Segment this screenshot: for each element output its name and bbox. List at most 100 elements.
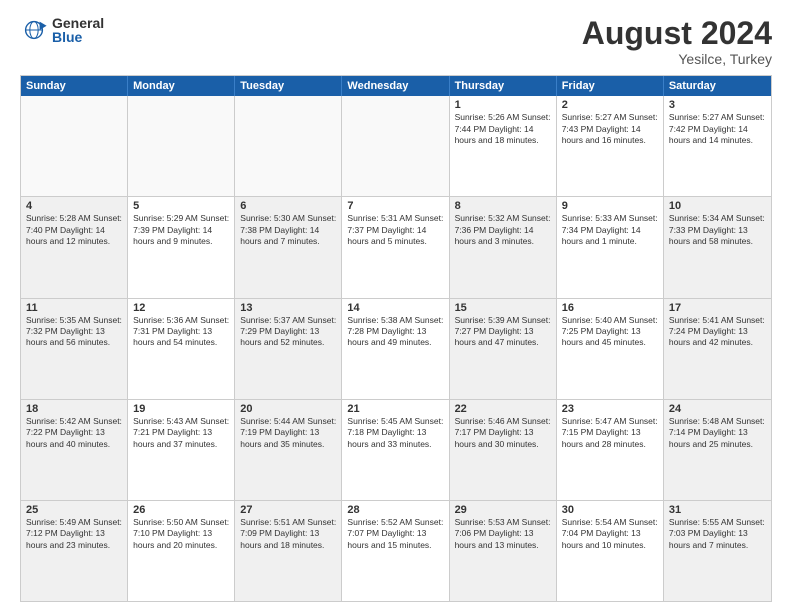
day-number-25: 25 — [26, 504, 122, 516]
cell-info-20: Sunrise: 5:44 AM Sunset: 7:19 PM Dayligh… — [240, 416, 336, 450]
title-block: August 2024 Yesilce, Turkey — [582, 16, 772, 67]
day-number-23: 23 — [562, 403, 658, 415]
calendar-row-1: 4Sunrise: 5:28 AM Sunset: 7:40 PM Daylig… — [21, 196, 771, 297]
cell-info-26: Sunrise: 5:50 AM Sunset: 7:10 PM Dayligh… — [133, 517, 229, 551]
header-day-thursday: Thursday — [450, 76, 557, 96]
calendar-row-4: 25Sunrise: 5:49 AM Sunset: 7:12 PM Dayli… — [21, 500, 771, 601]
logo-icon — [20, 16, 48, 44]
header: General Blue August 2024 Yesilce, Turkey — [20, 16, 772, 67]
cell-info-28: Sunrise: 5:52 AM Sunset: 7:07 PM Dayligh… — [347, 517, 443, 551]
calendar-cell-1: 1Sunrise: 5:26 AM Sunset: 7:44 PM Daylig… — [450, 96, 557, 196]
calendar-cell-empty — [342, 96, 449, 196]
cell-info-1: Sunrise: 5:26 AM Sunset: 7:44 PM Dayligh… — [455, 112, 551, 146]
calendar-cell-empty — [235, 96, 342, 196]
cell-info-18: Sunrise: 5:42 AM Sunset: 7:22 PM Dayligh… — [26, 416, 122, 450]
day-number-15: 15 — [455, 302, 551, 314]
calendar-cell-5: 5Sunrise: 5:29 AM Sunset: 7:39 PM Daylig… — [128, 197, 235, 297]
day-number-22: 22 — [455, 403, 551, 415]
day-number-8: 8 — [455, 200, 551, 212]
calendar-cell-16: 16Sunrise: 5:40 AM Sunset: 7:25 PM Dayli… — [557, 299, 664, 399]
day-number-14: 14 — [347, 302, 443, 314]
day-number-31: 31 — [669, 504, 766, 516]
header-day-sunday: Sunday — [21, 76, 128, 96]
cell-info-31: Sunrise: 5:55 AM Sunset: 7:03 PM Dayligh… — [669, 517, 766, 551]
cell-info-23: Sunrise: 5:47 AM Sunset: 7:15 PM Dayligh… — [562, 416, 658, 450]
cell-info-9: Sunrise: 5:33 AM Sunset: 7:34 PM Dayligh… — [562, 213, 658, 247]
day-number-12: 12 — [133, 302, 229, 314]
calendar-cell-22: 22Sunrise: 5:46 AM Sunset: 7:17 PM Dayli… — [450, 400, 557, 500]
cell-info-25: Sunrise: 5:49 AM Sunset: 7:12 PM Dayligh… — [26, 517, 122, 551]
location: Yesilce, Turkey — [582, 51, 772, 67]
calendar-cell-2: 2Sunrise: 5:27 AM Sunset: 7:43 PM Daylig… — [557, 96, 664, 196]
calendar-cell-24: 24Sunrise: 5:48 AM Sunset: 7:14 PM Dayli… — [664, 400, 771, 500]
cell-info-16: Sunrise: 5:40 AM Sunset: 7:25 PM Dayligh… — [562, 315, 658, 349]
calendar-row-3: 18Sunrise: 5:42 AM Sunset: 7:22 PM Dayli… — [21, 399, 771, 500]
day-number-19: 19 — [133, 403, 229, 415]
header-day-tuesday: Tuesday — [235, 76, 342, 96]
day-number-6: 6 — [240, 200, 336, 212]
cell-info-21: Sunrise: 5:45 AM Sunset: 7:18 PM Dayligh… — [347, 416, 443, 450]
day-number-4: 4 — [26, 200, 122, 212]
cell-info-30: Sunrise: 5:54 AM Sunset: 7:04 PM Dayligh… — [562, 517, 658, 551]
calendar-cell-26: 26Sunrise: 5:50 AM Sunset: 7:10 PM Dayli… — [128, 501, 235, 601]
day-number-27: 27 — [240, 504, 336, 516]
calendar-cell-31: 31Sunrise: 5:55 AM Sunset: 7:03 PM Dayli… — [664, 501, 771, 601]
day-number-21: 21 — [347, 403, 443, 415]
calendar-cell-29: 29Sunrise: 5:53 AM Sunset: 7:06 PM Dayli… — [450, 501, 557, 601]
calendar-row-2: 11Sunrise: 5:35 AM Sunset: 7:32 PM Dayli… — [21, 298, 771, 399]
day-number-11: 11 — [26, 302, 122, 314]
logo-general-text: General — [52, 16, 104, 30]
calendar-row-0: 1Sunrise: 5:26 AM Sunset: 7:44 PM Daylig… — [21, 96, 771, 196]
month-title: August 2024 — [582, 16, 772, 51]
cell-info-29: Sunrise: 5:53 AM Sunset: 7:06 PM Dayligh… — [455, 517, 551, 551]
calendar-cell-11: 11Sunrise: 5:35 AM Sunset: 7:32 PM Dayli… — [21, 299, 128, 399]
calendar-cell-17: 17Sunrise: 5:41 AM Sunset: 7:24 PM Dayli… — [664, 299, 771, 399]
logo: General Blue — [20, 16, 104, 44]
calendar: SundayMondayTuesdayWednesdayThursdayFrid… — [20, 75, 772, 602]
day-number-5: 5 — [133, 200, 229, 212]
day-number-16: 16 — [562, 302, 658, 314]
logo-blue-text: Blue — [52, 30, 104, 44]
day-number-9: 9 — [562, 200, 658, 212]
calendar-cell-19: 19Sunrise: 5:43 AM Sunset: 7:21 PM Dayli… — [128, 400, 235, 500]
cell-info-12: Sunrise: 5:36 AM Sunset: 7:31 PM Dayligh… — [133, 315, 229, 349]
cell-info-4: Sunrise: 5:28 AM Sunset: 7:40 PM Dayligh… — [26, 213, 122, 247]
calendar-cell-14: 14Sunrise: 5:38 AM Sunset: 7:28 PM Dayli… — [342, 299, 449, 399]
cell-info-6: Sunrise: 5:30 AM Sunset: 7:38 PM Dayligh… — [240, 213, 336, 247]
page: General Blue August 2024 Yesilce, Turkey… — [0, 0, 792, 612]
calendar-cell-30: 30Sunrise: 5:54 AM Sunset: 7:04 PM Dayli… — [557, 501, 664, 601]
cell-info-13: Sunrise: 5:37 AM Sunset: 7:29 PM Dayligh… — [240, 315, 336, 349]
calendar-body: 1Sunrise: 5:26 AM Sunset: 7:44 PM Daylig… — [21, 96, 771, 601]
calendar-cell-empty — [128, 96, 235, 196]
day-number-28: 28 — [347, 504, 443, 516]
calendar-cell-empty — [21, 96, 128, 196]
calendar-cell-13: 13Sunrise: 5:37 AM Sunset: 7:29 PM Dayli… — [235, 299, 342, 399]
day-number-18: 18 — [26, 403, 122, 415]
cell-info-22: Sunrise: 5:46 AM Sunset: 7:17 PM Dayligh… — [455, 416, 551, 450]
day-number-29: 29 — [455, 504, 551, 516]
day-number-17: 17 — [669, 302, 766, 314]
calendar-cell-25: 25Sunrise: 5:49 AM Sunset: 7:12 PM Dayli… — [21, 501, 128, 601]
cell-info-19: Sunrise: 5:43 AM Sunset: 7:21 PM Dayligh… — [133, 416, 229, 450]
day-number-3: 3 — [669, 99, 766, 111]
calendar-cell-10: 10Sunrise: 5:34 AM Sunset: 7:33 PM Dayli… — [664, 197, 771, 297]
logo-text: General Blue — [52, 16, 104, 44]
cell-info-8: Sunrise: 5:32 AM Sunset: 7:36 PM Dayligh… — [455, 213, 551, 247]
day-number-13: 13 — [240, 302, 336, 314]
cell-info-10: Sunrise: 5:34 AM Sunset: 7:33 PM Dayligh… — [669, 213, 766, 247]
calendar-cell-12: 12Sunrise: 5:36 AM Sunset: 7:31 PM Dayli… — [128, 299, 235, 399]
header-day-monday: Monday — [128, 76, 235, 96]
header-day-wednesday: Wednesday — [342, 76, 449, 96]
cell-info-17: Sunrise: 5:41 AM Sunset: 7:24 PM Dayligh… — [669, 315, 766, 349]
calendar-cell-28: 28Sunrise: 5:52 AM Sunset: 7:07 PM Dayli… — [342, 501, 449, 601]
cell-info-24: Sunrise: 5:48 AM Sunset: 7:14 PM Dayligh… — [669, 416, 766, 450]
day-number-24: 24 — [669, 403, 766, 415]
calendar-cell-8: 8Sunrise: 5:32 AM Sunset: 7:36 PM Daylig… — [450, 197, 557, 297]
calendar-cell-27: 27Sunrise: 5:51 AM Sunset: 7:09 PM Dayli… — [235, 501, 342, 601]
calendar-cell-21: 21Sunrise: 5:45 AM Sunset: 7:18 PM Dayli… — [342, 400, 449, 500]
day-number-26: 26 — [133, 504, 229, 516]
day-number-2: 2 — [562, 99, 658, 111]
cell-info-27: Sunrise: 5:51 AM Sunset: 7:09 PM Dayligh… — [240, 517, 336, 551]
calendar-cell-4: 4Sunrise: 5:28 AM Sunset: 7:40 PM Daylig… — [21, 197, 128, 297]
calendar-cell-3: 3Sunrise: 5:27 AM Sunset: 7:42 PM Daylig… — [664, 96, 771, 196]
